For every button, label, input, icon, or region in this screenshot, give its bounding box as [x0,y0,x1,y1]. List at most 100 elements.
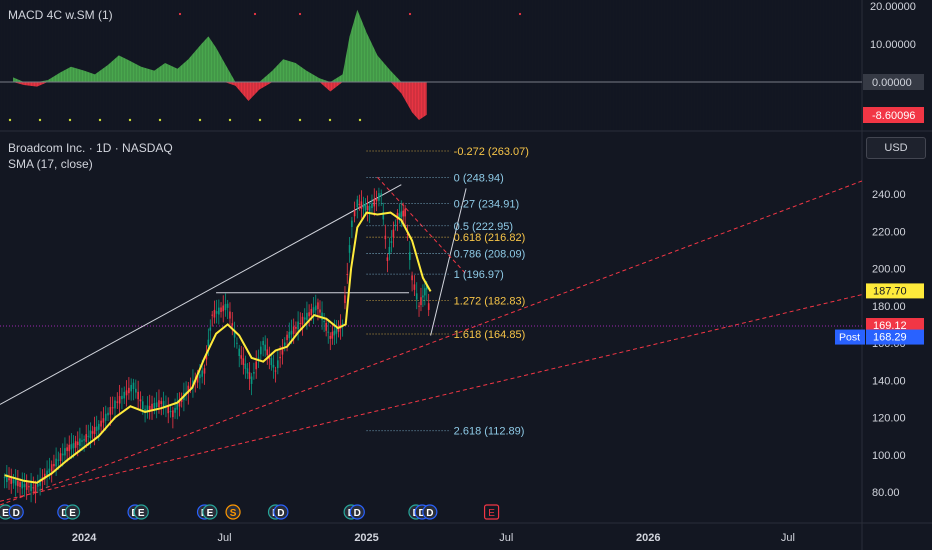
macd-dot [253,12,257,16]
price-axis-tick: 80.00 [872,487,900,499]
candle-body [61,453,64,456]
candle-body [312,307,315,313]
candle-body [215,311,218,314]
candle-body [148,405,151,410]
candle-body [158,400,160,408]
event-label: D [426,508,433,519]
candle-body [224,304,227,311]
candle-body [290,330,293,335]
price-axis-tick: 180.00 [872,301,906,313]
candle-body [160,401,163,405]
candle-body [87,435,90,437]
candle-body [3,477,6,479]
macd-dot [298,12,302,16]
candle-body [366,205,369,211]
candle-body [229,311,231,319]
price-axis-tick: 100.00 [872,450,906,462]
candle-body [201,370,203,377]
candle-body [28,486,30,488]
candle-body [30,483,32,492]
event-label: E [207,508,214,519]
candle-body [14,479,17,486]
macd-dot [98,118,102,122]
candle-body [333,330,336,336]
candle-body [55,458,57,467]
price-axis-tick: 140.00 [872,375,906,387]
candle-body [172,410,174,418]
fib-level-label: 2.618 (112.89) [454,426,525,438]
macd-axis-tick: 20.00000 [870,1,916,13]
macd-dot [518,12,522,16]
candle-body [402,210,405,217]
sma-legend: SMA (17, close) [8,157,93,171]
candle-body [102,418,105,423]
candle-body [137,391,139,400]
time-axis-label: Jul [499,532,513,544]
candle-body [8,478,10,481]
candle-body [155,402,158,408]
time-axis-label: 2026 [636,532,660,544]
candle-body [207,339,210,347]
candle-body [231,323,234,326]
candle-body [25,482,28,490]
currency-selector[interactable]: USD [866,137,926,159]
time-axis-label: 2024 [72,532,97,544]
candle-body [329,335,332,339]
candle-body [411,275,413,281]
candle-body [104,413,107,421]
candle-body [125,390,128,396]
candle-body [97,423,100,430]
candle-body [335,328,338,334]
candle-body [253,372,255,374]
macd-dot [68,118,72,122]
candle-body [199,374,201,379]
candle-body [323,321,325,323]
candle-body [118,396,121,404]
candle-body [70,444,73,450]
candle-body [375,198,378,202]
candle-body [53,463,55,467]
candle-body [37,483,39,487]
candle-body [203,368,206,374]
macd-dot [198,118,202,122]
macd-dot [38,118,42,122]
candle-body [283,342,286,346]
candle-body [308,312,310,317]
time-axis-label: 2025 [354,532,378,544]
candle-body [130,384,132,392]
candle-body [358,203,361,205]
candle-body [344,295,346,304]
candle-body [211,314,214,316]
candle-body [132,382,135,390]
candle-body [257,357,260,359]
candle-body [226,303,229,308]
time-axis-label: Jul [781,532,795,544]
macd-dot [328,118,332,122]
candle-body [331,331,334,339]
candle-body [81,440,83,442]
candle-body [346,273,349,275]
candle-body [34,484,37,493]
candle-body [371,203,373,209]
candle-body [427,303,430,310]
fib-level-label: 0.786 (208.09) [454,248,526,260]
fib-level-label: 0 (248.94) [454,172,504,184]
chart-canvas[interactable]: 20.00000 10.00000 0.00000 -8.60096 -0.272 (2… [0,0,932,550]
macd-title: MACD 4C w.SM (1) [8,8,113,22]
candle-body [151,403,153,410]
candle-body [398,213,401,218]
candle-body [218,307,220,315]
candle-body [384,235,387,240]
post-market-tag-label: Post [839,332,860,344]
candle-body [299,322,302,324]
macd-dot [358,118,362,122]
candle-body [240,355,243,359]
candle-body [264,344,267,351]
candle-body [100,420,102,427]
candle-body [12,479,15,484]
candle-body [380,193,383,195]
price-badge-label: 187.70 [873,285,907,297]
event-label: E [138,508,145,519]
candle-body [413,284,416,290]
fib-level-label: -0.272 (263.07) [454,146,529,158]
